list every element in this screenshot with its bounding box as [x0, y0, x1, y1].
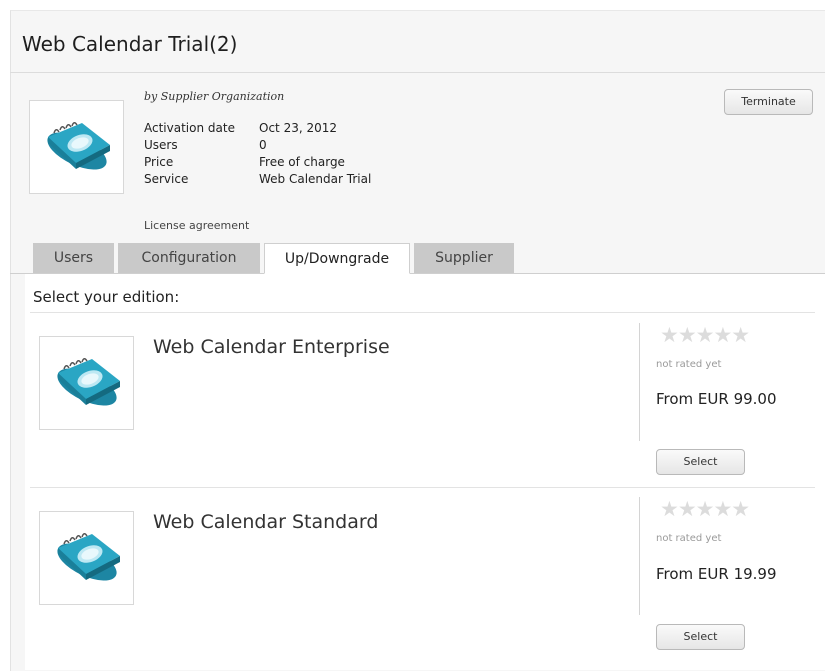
page-title: Web Calendar Trial(2)	[22, 32, 238, 56]
terminate-button[interactable]: Terminate	[724, 89, 813, 115]
heading-divider	[30, 312, 815, 313]
users-label: Users	[144, 138, 178, 152]
activation-date-label: Activation date	[144, 121, 235, 135]
edition-divider	[639, 323, 640, 441]
edition-separator	[30, 487, 815, 488]
calendar-icon	[57, 533, 120, 581]
tab-users[interactable]: Users	[33, 243, 114, 273]
tab-up-downgrade[interactable]: Up/Downgrade	[264, 243, 410, 274]
edition-name[interactable]: Web Calendar Enterprise	[153, 336, 390, 358]
edition-price: From EUR 19.99	[656, 565, 777, 583]
calendar-icon	[47, 122, 110, 170]
edition-name[interactable]: Web Calendar Standard	[153, 511, 378, 533]
rating-text: not rated yet	[656, 533, 722, 544]
users-value: 0	[259, 138, 267, 152]
service-label: Service	[144, 172, 189, 186]
supplier-byline: by Supplier Organization	[144, 90, 285, 103]
service-thumbnail	[29, 100, 124, 194]
select-button[interactable]: Select	[656, 624, 745, 650]
tab-configuration[interactable]: Configuration	[118, 243, 260, 273]
rating-stars: ★★★★★	[660, 323, 750, 347]
edition-thumbnail	[39, 336, 134, 430]
rating-stars: ★★★★★	[660, 497, 750, 521]
edition-divider	[639, 497, 640, 615]
price-value: Free of charge	[259, 155, 345, 169]
edition-price: From EUR 99.00	[656, 390, 777, 408]
rating-text: not rated yet	[656, 359, 722, 370]
title-divider	[10, 72, 825, 73]
calendar-icon	[57, 358, 120, 406]
price-label: Price	[144, 155, 174, 169]
license-agreement-link[interactable]: License agreement	[144, 219, 249, 232]
service-value: Web Calendar Trial	[259, 172, 372, 186]
select-edition-heading: Select your edition:	[33, 288, 180, 306]
tab-supplier[interactable]: Supplier	[414, 243, 514, 273]
activation-date-value: Oct 23, 2012	[259, 121, 337, 135]
select-button[interactable]: Select	[656, 449, 745, 475]
edition-thumbnail	[39, 511, 134, 605]
